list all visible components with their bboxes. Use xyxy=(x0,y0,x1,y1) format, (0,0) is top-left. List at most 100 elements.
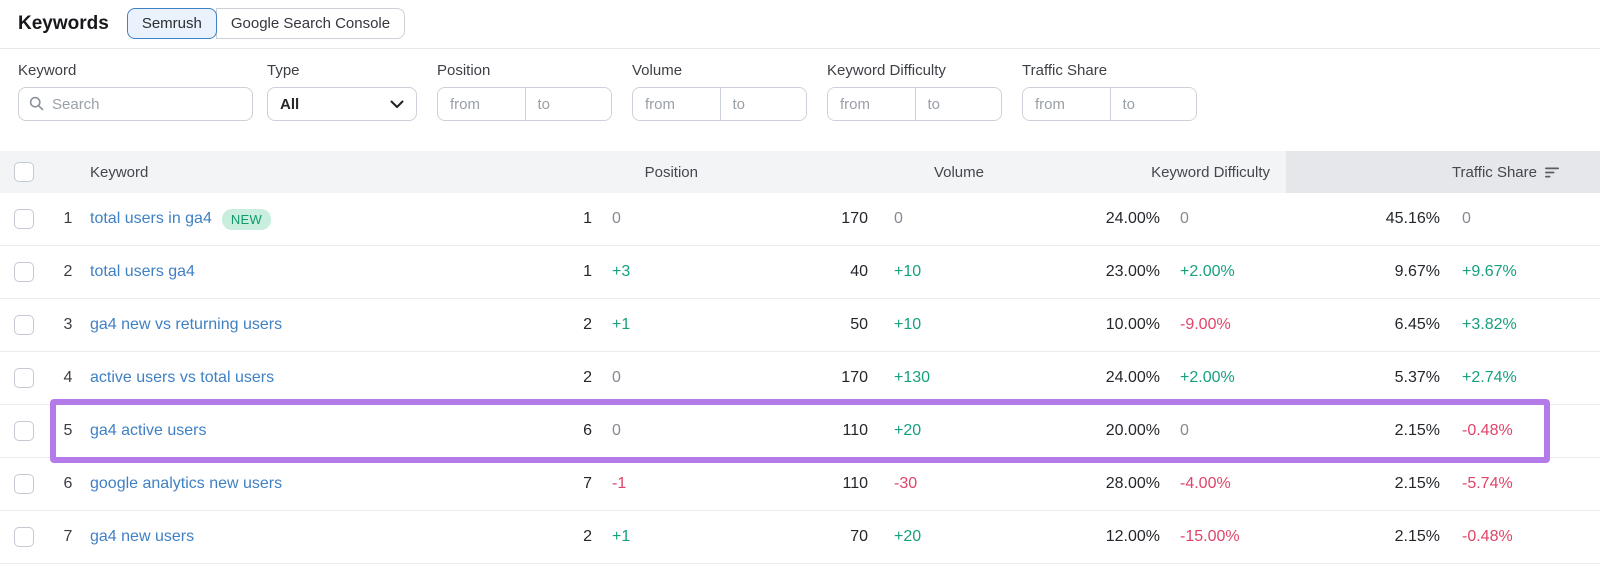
traffic-share-to-input[interactable] xyxy=(1110,88,1197,120)
volume-value: 110 xyxy=(700,422,868,440)
keyword-link[interactable]: total users in ga4 xyxy=(90,210,212,228)
traffic-share-value: 2.15% xyxy=(1286,422,1440,440)
search-input[interactable] xyxy=(18,87,253,121)
column-header-traffic-share-label: Traffic Share xyxy=(1452,164,1537,181)
keyword-difficulty-change: +2.00% xyxy=(1160,263,1286,281)
keyword-difficulty-to-input[interactable] xyxy=(915,88,1002,120)
keyword-search xyxy=(18,87,253,121)
traffic-share-from-input[interactable] xyxy=(1023,88,1110,120)
position-to-input[interactable] xyxy=(525,88,612,120)
volume-value: 170 xyxy=(700,369,868,387)
keyword-link[interactable]: ga4 new vs returning users xyxy=(90,316,282,334)
position-value: 2 xyxy=(548,369,592,387)
row-number: 6 xyxy=(48,475,88,493)
keyword-link[interactable]: google analytics new users xyxy=(90,475,282,493)
column-header-keyword-difficulty[interactable]: Keyword Difficulty xyxy=(986,151,1286,193)
position-change: 0 xyxy=(592,210,700,228)
row-number: 7 xyxy=(48,528,88,546)
volume-change: +10 xyxy=(868,263,986,281)
keyword-difficulty-change: +2.00% xyxy=(1160,369,1286,387)
row-checkbox[interactable] xyxy=(14,421,34,441)
row-checkbox[interactable] xyxy=(14,527,34,547)
search-icon xyxy=(29,96,44,111)
table-body: 1 total users in ga4 NEW 1 0 170 0 24.00… xyxy=(0,193,1600,564)
keyword-difficulty-value: 20.00% xyxy=(986,422,1160,440)
traffic-share-change: +9.67% xyxy=(1440,263,1600,281)
keyword-difficulty-value: 10.00% xyxy=(986,316,1160,334)
traffic-share-filter-label: Traffic Share xyxy=(1022,62,1197,79)
tab-semrush[interactable]: Semrush xyxy=(127,8,217,39)
volume-value: 110 xyxy=(700,475,868,493)
traffic-share-range-filter xyxy=(1022,87,1197,121)
volume-to-input[interactable] xyxy=(720,88,807,120)
row-checkbox[interactable] xyxy=(14,315,34,335)
tab-google-search-console[interactable]: Google Search Console xyxy=(216,8,405,39)
keyword-difficulty-range-filter xyxy=(827,87,1002,121)
row-checkbox[interactable] xyxy=(14,262,34,282)
chevron-down-icon xyxy=(390,100,404,109)
volume-value: 40 xyxy=(700,263,868,281)
row-number: 2 xyxy=(48,263,88,281)
column-header-keyword[interactable]: Keyword xyxy=(88,151,548,193)
type-filter-label: Type xyxy=(267,62,417,79)
traffic-share-change: -5.74% xyxy=(1440,475,1600,493)
column-header-position[interactable]: Position xyxy=(548,151,700,193)
keyword-link[interactable]: ga4 new users xyxy=(90,528,194,546)
position-change: 0 xyxy=(592,369,700,387)
row-checkbox[interactable] xyxy=(14,368,34,388)
keywords-table: Keyword Position Volume Keyword Difficul… xyxy=(0,151,1600,564)
keyword-difficulty-value: 24.00% xyxy=(986,369,1160,387)
volume-value: 170 xyxy=(700,210,868,228)
keyword-difficulty-change: 0 xyxy=(1160,422,1286,440)
traffic-share-value: 45.16% xyxy=(1286,210,1440,228)
volume-change: +130 xyxy=(868,369,986,387)
row-number: 4 xyxy=(48,369,88,387)
keyword-difficulty-change: -9.00% xyxy=(1160,316,1286,334)
row-number: 3 xyxy=(48,316,88,334)
row-number: 1 xyxy=(48,210,88,228)
position-filter-label: Position xyxy=(437,62,612,79)
row-checkbox[interactable] xyxy=(14,474,34,494)
position-change: +1 xyxy=(592,316,700,334)
position-change: +3 xyxy=(592,263,700,281)
column-header-traffic-share[interactable]: Traffic Share xyxy=(1286,151,1600,193)
top-bar: Keywords Semrush Google Search Console xyxy=(0,0,1600,49)
position-from-input[interactable] xyxy=(438,88,525,120)
traffic-share-change: 0 xyxy=(1440,210,1600,228)
table-row: 6 google analytics new users 7 -1 110 -3… xyxy=(0,458,1600,511)
keyword-link[interactable]: ga4 active users xyxy=(90,422,207,440)
keyword-difficulty-from-input[interactable] xyxy=(828,88,915,120)
keyword-difficulty-filter-label: Keyword Difficulty xyxy=(827,62,1002,79)
traffic-share-change: +2.74% xyxy=(1440,369,1600,387)
row-checkbox[interactable] xyxy=(14,209,34,229)
sort-descending-icon xyxy=(1545,167,1560,178)
keyword-difficulty-change: 0 xyxy=(1160,210,1286,228)
volume-change: +20 xyxy=(868,422,986,440)
traffic-share-change: -0.48% xyxy=(1440,528,1600,546)
type-select-value: All xyxy=(280,96,299,113)
column-header-volume[interactable]: Volume xyxy=(700,151,986,193)
volume-change: +10 xyxy=(868,316,986,334)
select-all-checkbox[interactable] xyxy=(14,162,34,182)
volume-range-filter xyxy=(632,87,807,121)
position-change: +1 xyxy=(592,528,700,546)
keyword-link[interactable]: total users ga4 xyxy=(90,263,195,281)
keyword-filter-label: Keyword xyxy=(18,62,253,79)
volume-value: 70 xyxy=(700,528,868,546)
traffic-share-value: 6.45% xyxy=(1286,316,1440,334)
type-select[interactable]: All xyxy=(267,87,417,121)
volume-value: 50 xyxy=(700,316,868,334)
keyword-difficulty-value: 23.00% xyxy=(986,263,1160,281)
new-badge: NEW xyxy=(222,209,271,230)
position-change: -1 xyxy=(592,475,700,493)
keyword-link[interactable]: active users vs total users xyxy=(90,369,274,387)
table-row: 3 ga4 new vs returning users 2 +1 50 +10… xyxy=(0,299,1600,352)
volume-from-input[interactable] xyxy=(633,88,720,120)
volume-change: +20 xyxy=(868,528,986,546)
traffic-share-change: -0.48% xyxy=(1440,422,1600,440)
table-row: 5 ga4 active users 6 0 110 +20 20.00% 0 … xyxy=(0,405,1600,458)
page-title: Keywords xyxy=(18,13,109,35)
keyword-difficulty-value: 12.00% xyxy=(986,528,1160,546)
filter-bar: Keyword Type All Position Volume xyxy=(0,49,1600,137)
position-value: 1 xyxy=(548,210,592,228)
